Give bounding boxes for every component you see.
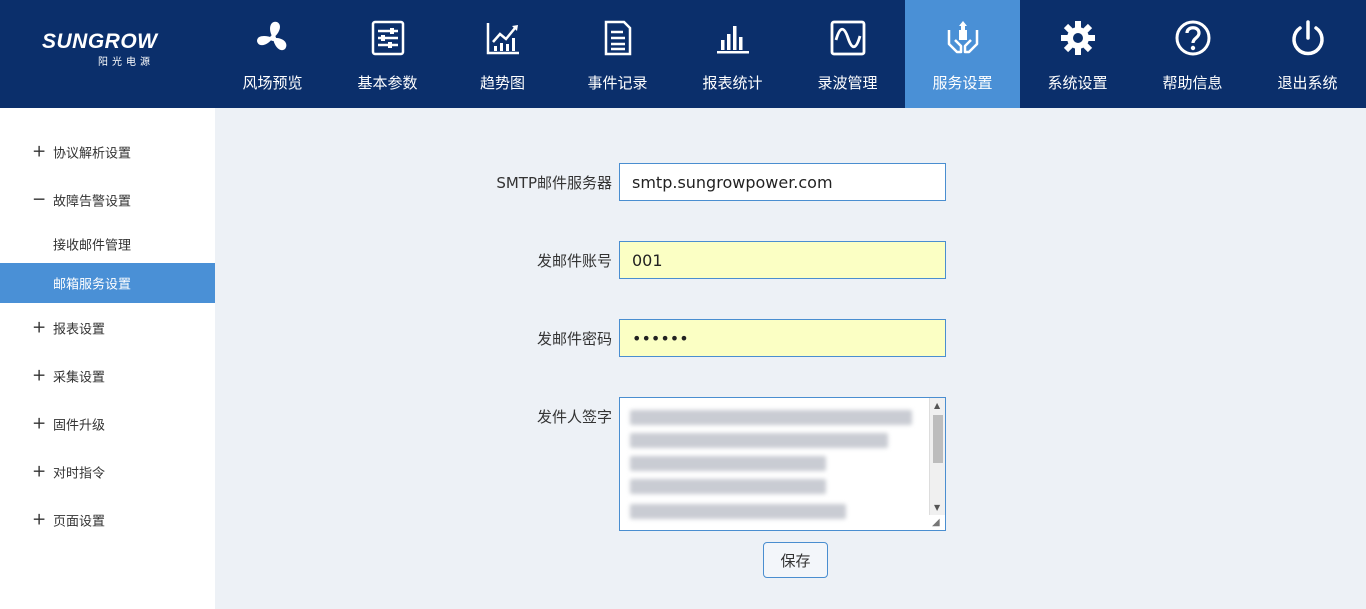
sliders-icon <box>371 20 404 56</box>
sender-signature-label: 发件人签字 <box>536 408 612 426</box>
sidebar-item-label: 接收邮件管理 <box>53 238 132 254</box>
blurred-signature-line <box>630 504 846 519</box>
textarea-scrollbar[interactable]: ▲ ▼ <box>929 398 945 515</box>
sidebar-item-label: 协议解析设置 <box>53 146 132 162</box>
sidebar-item-collection-settings[interactable]: + 采集设置 <box>0 356 215 396</box>
blurred-signature-line <box>630 479 826 494</box>
document-icon <box>604 20 631 56</box>
smtp-server-input[interactable] <box>619 163 946 201</box>
nav-item-basic-parameters[interactable]: 基本参数 <box>330 0 445 108</box>
sender-signature-textarea[interactable]: ▲ ▼ ◢ <box>619 397 946 531</box>
sidebar-item-label: 报表设置 <box>53 322 106 338</box>
nav-item-wind-farm-overview[interactable]: 风场预览 <box>215 0 330 108</box>
logo-wordmark: SUNGROW <box>42 30 158 53</box>
sender-password-label: 发邮件密码 <box>536 330 612 348</box>
nav-label: 风场预览 <box>242 74 303 92</box>
sungrow-logo: SUNGROW 阳光电源 <box>0 0 215 108</box>
nav-item-service-settings[interactable]: 服务设置 <box>905 0 1020 108</box>
nav-item-report-statistics[interactable]: 报表统计 <box>675 0 790 108</box>
sidebar-item-time-sync[interactable]: + 对时指令 <box>0 452 215 492</box>
nav-label: 退出系统 <box>1277 74 1338 92</box>
nav-label: 录波管理 <box>817 74 878 92</box>
nav-label: 服务设置 <box>932 74 993 92</box>
nav-item-waveform-management[interactable]: 录波管理 <box>790 0 905 108</box>
nav-item-trend-chart[interactable]: 趋势图 <box>445 0 560 108</box>
bar-chart-icon <box>716 26 749 54</box>
sidebar-item-fault-alarm[interactable]: − 故障告警设置 <box>0 180 215 220</box>
sidebar-item-firmware-upgrade[interactable]: + 固件升级 <box>0 404 215 444</box>
sender-account-input[interactable] <box>619 241 946 279</box>
nav-item-help-info[interactable]: 帮助信息 <box>1135 0 1250 108</box>
sidebar-item-mailbox-service[interactable]: 邮箱服务设置 <box>0 263 215 303</box>
sidebar-item-label: 固件升级 <box>53 418 106 434</box>
resize-grip-icon[interactable]: ◢ <box>932 517 944 529</box>
nav-item-exit-system[interactable]: 退出系统 <box>1250 0 1365 108</box>
sidebar-item-protocol-parsing[interactable]: + 协议解析设置 <box>0 132 215 172</box>
sidebar-item-report-settings[interactable]: + 报表设置 <box>0 308 215 348</box>
expand-icon: + <box>32 365 47 386</box>
sender-password-input[interactable] <box>619 319 946 357</box>
nav-label: 基本参数 <box>357 74 418 92</box>
expand-icon: + <box>32 461 47 482</box>
expand-icon: + <box>32 413 47 434</box>
sidebar-item-receive-mail[interactable]: 接收邮件管理 <box>0 224 215 264</box>
nav-item-system-settings[interactable]: 系统设置 <box>1020 0 1135 108</box>
scroll-down-arrow-icon[interactable]: ▼ <box>934 503 940 512</box>
nav-label: 帮助信息 <box>1162 74 1223 92</box>
sender-account-label: 发邮件账号 <box>536 252 612 270</box>
trend-chart-icon <box>486 23 519 55</box>
nav-label: 事件记录 <box>587 74 648 92</box>
expand-icon: + <box>32 317 47 338</box>
nav-item-event-log[interactable]: 事件记录 <box>560 0 675 108</box>
help-icon <box>1175 20 1210 56</box>
nav-label: 系统设置 <box>1047 74 1108 92</box>
blurred-signature-line <box>630 410 912 425</box>
blurred-signature-line <box>630 456 826 471</box>
top-navigation-bar: SUNGROW 阳光电源 风场预览 基本参数 趋势图 事件记录 报表统计 录波管… <box>0 0 1366 108</box>
expand-icon: + <box>32 141 47 162</box>
sidebar: + 协议解析设置 − 故障告警设置 接收邮件管理 邮箱服务设置 + 报表设置 +… <box>0 108 215 609</box>
power-icon <box>1291 20 1324 56</box>
sidebar-item-label: 邮箱服务设置 <box>53 277 132 293</box>
service-hands-icon <box>947 21 978 54</box>
smtp-server-label: SMTP邮件服务器 <box>496 174 612 192</box>
sidebar-item-label: 采集设置 <box>53 370 106 386</box>
save-button[interactable]: 保存 <box>763 542 828 578</box>
gear-icon <box>1060 21 1095 55</box>
scroll-up-arrow-icon[interactable]: ▲ <box>934 401 940 410</box>
collapse-icon: − <box>32 189 47 210</box>
blurred-signature-line <box>630 433 888 448</box>
sidebar-item-page-settings[interactable]: + 页面设置 <box>0 500 215 540</box>
scroll-thumb[interactable] <box>933 415 943 463</box>
sidebar-item-label: 故障告警设置 <box>53 194 132 210</box>
expand-icon: + <box>32 509 47 530</box>
nav-label: 报表统计 <box>702 74 763 92</box>
sidebar-item-label: 页面设置 <box>53 514 106 530</box>
nav-label: 趋势图 <box>479 74 525 92</box>
sidebar-item-label: 对时指令 <box>53 466 106 482</box>
main-nav: 风场预览 基本参数 趋势图 事件记录 报表统计 录波管理 服务设置 系统设置 帮… <box>215 0 1365 108</box>
logo-subtitle: 阳光电源 <box>98 57 154 68</box>
fan-icon <box>256 21 286 51</box>
waveform-icon <box>830 20 865 56</box>
